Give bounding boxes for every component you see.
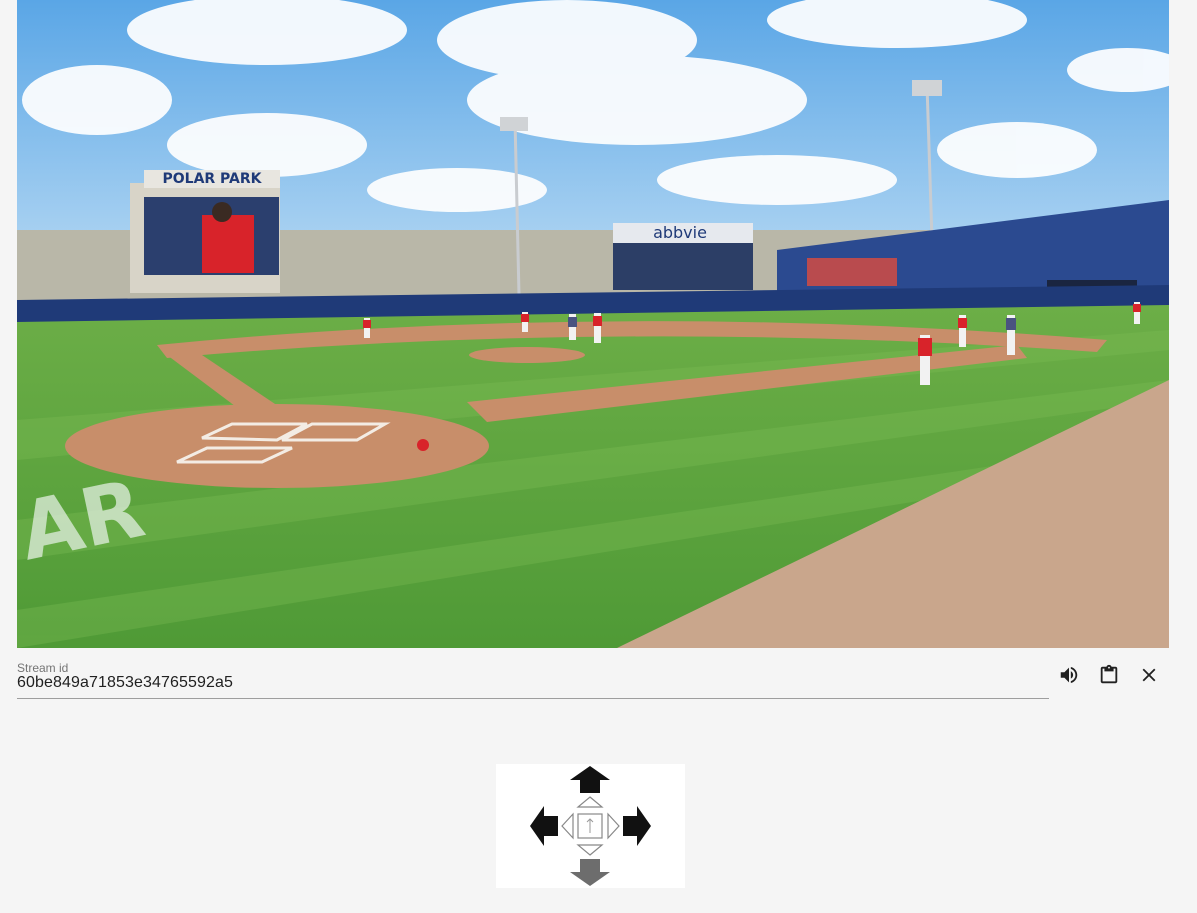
copy-button[interactable] (1094, 660, 1124, 690)
arrow-down-button[interactable] (570, 859, 610, 886)
sign-text: abbvie (653, 223, 707, 242)
close-button[interactable] (1134, 660, 1164, 690)
volume-icon (1060, 666, 1078, 684)
player-on-board (202, 215, 254, 273)
right-gutter (1169, 0, 1197, 648)
arrow-right-button[interactable] (623, 806, 651, 846)
tilt-up-button[interactable] (576, 796, 604, 808)
stream-id-label: Stream id (17, 661, 69, 675)
tilt-down-button[interactable] (576, 844, 604, 856)
volume-button[interactable] (1054, 660, 1084, 690)
arrow-left-button[interactable] (530, 806, 558, 846)
arrow-up-button[interactable] (570, 766, 610, 793)
video-stream[interactable]: POLAR PARK abbvie AR (17, 0, 1169, 648)
stream-id-field[interactable]: Stream id 60be849a71853e34765592a5 (17, 658, 1049, 699)
tilt-right-button[interactable] (607, 812, 620, 840)
scoreboard-text: POLAR PARK (162, 171, 262, 187)
close-icon (1142, 668, 1156, 682)
stream-id-value[interactable]: 60be849a71853e34765592a5 (17, 674, 233, 692)
video-frame: POLAR PARK abbvie AR (17, 0, 1169, 648)
center-field-board (613, 240, 753, 290)
pitcher-mound (469, 347, 585, 363)
tilt-left-button[interactable] (561, 812, 574, 840)
direction-pad[interactable] (496, 764, 685, 888)
clipboard-icon (1100, 664, 1118, 684)
